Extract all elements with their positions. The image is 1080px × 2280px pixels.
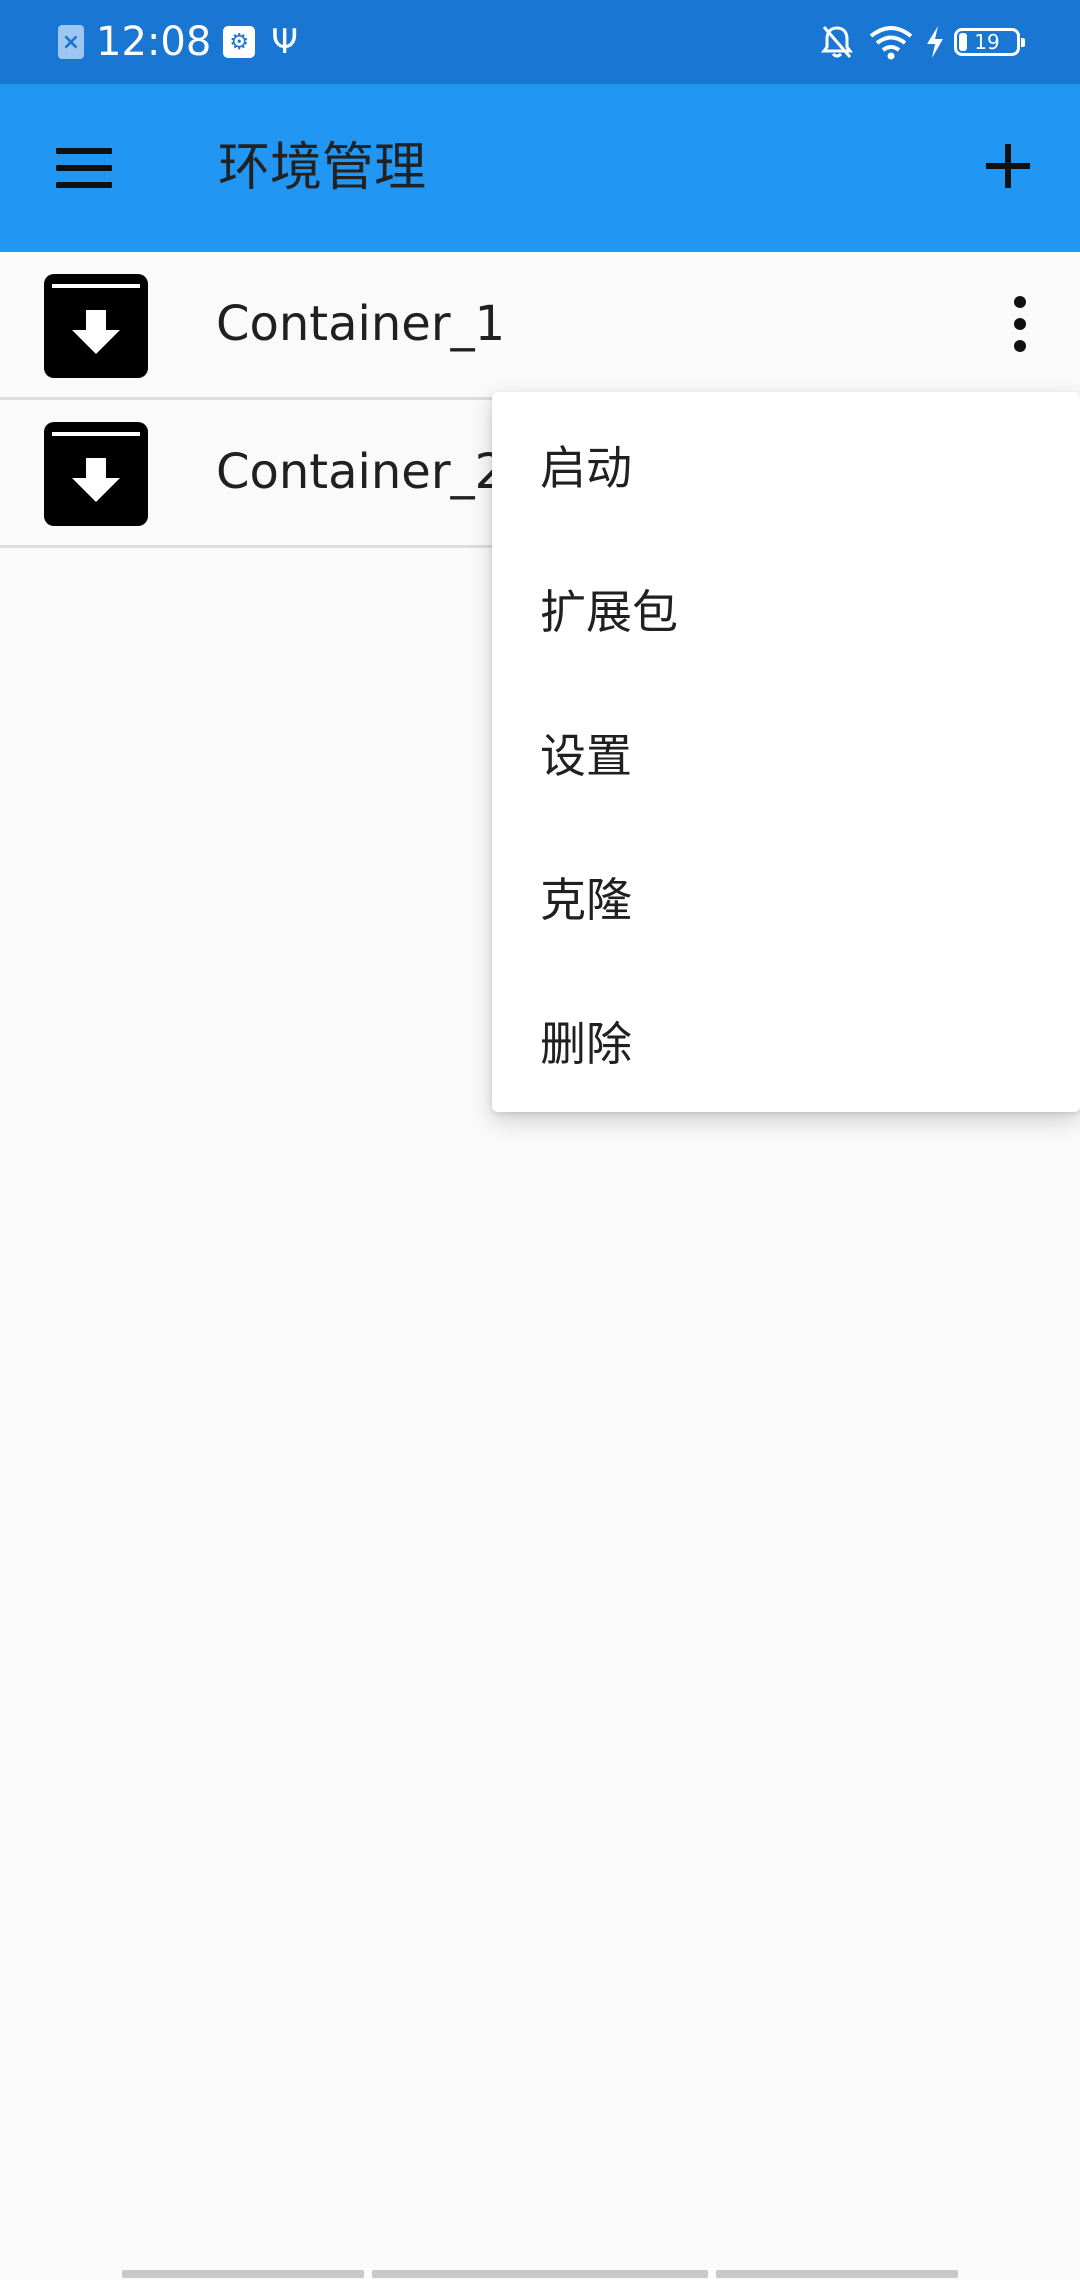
charging-icon <box>927 26 943 58</box>
context-menu: 启动 扩展包 设置 克隆 删除 <box>492 392 1080 1112</box>
menu-line <box>56 165 112 171</box>
container-name: Container_2 <box>216 444 506 500</box>
usb-debug-icon: ⚙ <box>223 26 256 58</box>
menu-item-settings[interactable]: 设置 <box>492 684 1080 828</box>
gesture-segment <box>716 2270 958 2278</box>
menu-item-start[interactable]: 启动 <box>492 396 1080 540</box>
plus-icon[interactable] <box>984 142 1032 190</box>
gesture-segment <box>122 2270 364 2278</box>
more-vert-icon[interactable] <box>1008 296 1032 352</box>
status-bar: × 12:08 ⚙ Ψ 19 <box>0 0 1080 84</box>
menu-item-extensions[interactable]: 扩展包 <box>492 540 1080 684</box>
wifi-icon <box>869 26 913 60</box>
gesture-segment <box>372 2270 708 2278</box>
battery-level: 19 <box>974 30 1000 54</box>
status-left: × 12:08 ⚙ Ψ <box>58 0 298 84</box>
menu-item-delete[interactable]: 删除 <box>492 972 1080 1116</box>
menu-item-clone[interactable]: 克隆 <box>492 828 1080 972</box>
usb-icon: Ψ <box>271 22 299 62</box>
archive-download-icon <box>44 274 148 378</box>
menu-line <box>56 148 112 154</box>
container-name: Container_1 <box>216 296 506 352</box>
gesture-bar[interactable] <box>0 2270 1080 2278</box>
status-time: 12:08 <box>96 19 212 65</box>
more-dot <box>1014 296 1026 308</box>
sim-error-icon: × <box>58 25 84 59</box>
page-title: 环境管理 <box>218 138 427 198</box>
more-dot <box>1014 318 1026 330</box>
battery-fill <box>959 33 967 51</box>
list-item[interactable]: Container_1 <box>0 252 1080 400</box>
hamburger-menu-icon[interactable] <box>56 140 112 196</box>
status-right: 19 <box>820 0 1025 84</box>
bell-off-icon <box>821 26 853 58</box>
app-bar: 环境管理 <box>0 84 1080 252</box>
archive-download-icon <box>44 422 148 526</box>
more-dot <box>1014 340 1026 352</box>
menu-line <box>56 182 112 188</box>
battery-icon: 19 <box>954 28 1025 56</box>
